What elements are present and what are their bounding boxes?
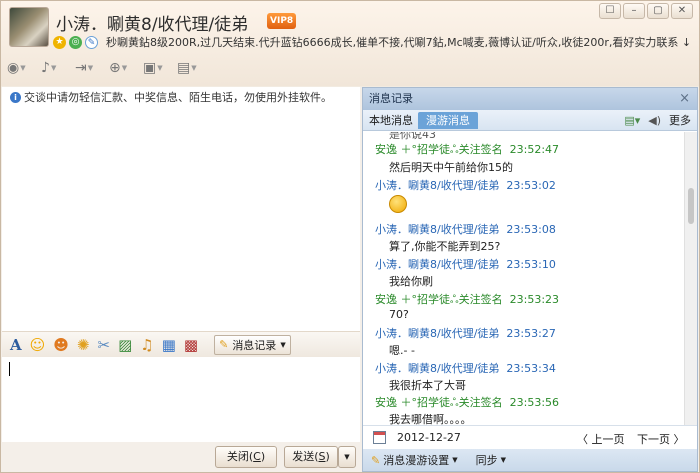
calendar-icon[interactable] <box>373 431 386 444</box>
main-toolbar: ◉ ▼ ♪ ▼ ⇥ ▼ ⊕ ▼ ▣ ▼ ▤ ▼ <box>7 58 205 78</box>
vip-badge[interactable]: VIP8 <box>267 13 297 29</box>
history-icon: ✎ <box>219 338 229 351</box>
send-button-label: 发送 <box>292 450 315 463</box>
chevron-down-icon: ▼ <box>500 456 506 464</box>
history-title: 消息记录 <box>369 92 413 105</box>
message-header: 小涛．唰黄8/收代理/徒弟 23:53:02 <box>375 179 556 192</box>
send-file-icon[interactable]: ⇥ ▼ <box>75 58 103 78</box>
export-icon[interactable]: ▤▾ <box>624 114 640 127</box>
remote-desktop-icon[interactable]: ▣ ▼ <box>143 58 171 78</box>
image-icon[interactable]: ▨ <box>118 336 132 354</box>
font-icon[interactable]: A <box>10 336 22 354</box>
message-text: 我给你刷 <box>389 275 433 288</box>
send-options-button[interactable]: ▼ <box>338 446 356 468</box>
message-text: 然后明天中午前给你15的 <box>389 161 513 174</box>
close-icon[interactable]: × <box>679 88 690 110</box>
message-input[interactable] <box>2 358 360 442</box>
roam-settings-label: 消息漫游设置 <box>383 454 450 467</box>
minimize-button[interactable]: – <box>623 3 645 19</box>
next-page-link[interactable]: 下一页 〉 <box>637 431 685 447</box>
message-header: 安逸 ＋°招学徒ஃ关注签名 23:53:23 <box>375 293 560 306</box>
shake-icon[interactable]: ✺ <box>77 336 90 354</box>
history-tabs: 本地消息 漫游消息 ▤▾ ◀) 更多 <box>363 110 697 131</box>
settings-icon: ✎ <box>371 453 381 467</box>
format-toolbar: A ☺ ☻ ✺ ✂ ▨ ♫ ▦ ▩ ✎ 消息记录 ▼ <box>2 331 360 357</box>
doodle-icon[interactable]: ▦ <box>162 336 176 354</box>
more-button[interactable]: 更多 <box>669 112 691 128</box>
history-footer: ✎ 消息漫游设置 ▼ 同步 ▼ <box>363 449 697 471</box>
send-bar: 关闭(C) 发送(S) ▼ <box>2 442 360 472</box>
video-call-icon[interactable]: ◉ ▼ <box>7 58 35 78</box>
message-header: 小涛．唰黄8/收代理/徒弟 23:53:10 <box>375 258 556 271</box>
message-text: 嗯.- - <box>389 344 415 357</box>
add-contact-icon[interactable]: ⊕ ▼ <box>109 58 137 78</box>
speaker-icon[interactable]: ◀) <box>648 114 661 127</box>
security-notice-text: 交谈中请勿轻信汇款、中奖信息、陌生电话，勿使用外挂软件。 <box>24 91 332 104</box>
close-window-button[interactable]: ✕ <box>671 3 693 19</box>
message-header: 小涛．唰黄8/收代理/徒弟 23:53:34 <box>375 362 556 375</box>
close-button-label: 关闭 <box>226 450 249 463</box>
scrollbar-thumb[interactable] <box>688 188 694 224</box>
star-icon[interactable]: ★ <box>53 35 66 49</box>
emoji-icon[interactable]: ☺ <box>30 336 46 354</box>
message-header: 小涛．唰黄8/收代理/徒弟 23:53:27 <box>375 327 556 340</box>
send-button[interactable]: 发送(S) <box>284 446 338 468</box>
contact-signature: 秒唰黄鉆8级200R,过几天结束.代升蓝钻6666成长,催单不接,代唰7鉆,Mc… <box>106 36 692 49</box>
send-button-key: S <box>318 450 326 463</box>
skin-button[interactable]: ☐ <box>599 3 621 19</box>
history-title-bar: 消息记录 × <box>363 88 697 110</box>
tab-roaming-messages[interactable]: 漫游消息 <box>418 112 478 129</box>
security-notice: i 交谈中请勿轻信汇款、中奖信息、陌生电话，勿使用外挂软件。 <box>10 89 332 105</box>
history-message-list: 是你说43 安逸 ＋°招学徒ஃ关注签名 23:52:47 然后明天中午前给你15… <box>363 132 685 425</box>
chat-window: 小涛．唰黄8/收代理/徒弟 VIP8 ★ ◎ ✎ 秒唰黄鉆8级200R,过几天结… <box>0 0 700 473</box>
message-header: 小涛．唰黄8/收代理/徒弟 23:53:08 <box>375 223 556 236</box>
signature-edit-icon: ✎ <box>85 35 98 49</box>
status-row: ★ ◎ ✎ 秒唰黄鉆8级200R,过几天结束.代升蓝钻6666成长,催单不接,代… <box>53 34 691 50</box>
chat-pane: i 交谈中请勿轻信汇款、中奖信息、陌生电话，勿使用外挂软件。 A ☺ ☻ ✺ ✂… <box>2 87 360 472</box>
voice-call-icon[interactable]: ♪ ▼ <box>41 58 69 78</box>
contact-avatar[interactable] <box>9 7 49 47</box>
maximize-button[interactable]: ▢ <box>647 3 669 19</box>
history-scrollbar[interactable] <box>684 132 697 425</box>
sad-emoji-icon <box>389 195 407 213</box>
text-caret <box>9 362 10 376</box>
message-header: 安逸 ＋°招学徒ஃ关注签名 23:53:56 <box>375 396 560 409</box>
magic-emoji-icon[interactable]: ☻ <box>53 336 69 354</box>
chevron-down-icon: ▼ <box>452 456 458 464</box>
history-date-bar: 2012-12-27 〈 上一页 下一页 〉 <box>363 425 697 449</box>
message-text: 算了,你能不能弄到25? <box>389 240 501 253</box>
history-button-label: 消息记录 <box>232 338 277 352</box>
info-icon: i <box>10 91 21 103</box>
app-menu-icon[interactable]: ▤ ▼ <box>177 58 205 78</box>
close-button[interactable]: 关闭(C) <box>215 446 277 468</box>
roam-settings-button[interactable]: ✎ 消息漫游设置 ▼ <box>371 452 458 468</box>
tab-local-messages[interactable]: 本地消息 <box>365 112 417 129</box>
sync-button[interactable]: 同步 ▼ <box>476 452 506 468</box>
contact-name: 小涛．唰黄8/收代理/徒弟 <box>56 15 249 35</box>
window-controls: ☐ – ▢ ✕ <box>599 3 693 19</box>
music-icon[interactable]: ♫ <box>140 336 153 354</box>
message-text: 70? <box>389 308 409 321</box>
message-history-button[interactable]: ✎ 消息记录 ▼ <box>214 334 291 355</box>
prev-page-link[interactable]: 〈 上一页 <box>577 431 625 447</box>
message-header: 安逸 ＋°招学徒ஃ关注签名 23:52:47 <box>375 143 560 156</box>
close-button-key: C <box>253 450 261 463</box>
chevron-down-icon: ▼ <box>280 340 286 349</box>
qzone-icon[interactable]: ◎ <box>69 35 82 49</box>
message-text: 我去哪借啊。。。。 <box>389 413 472 425</box>
history-tools: ▤▾ ◀) 更多 <box>624 112 691 128</box>
screenshot-icon[interactable]: ✂ <box>98 336 111 354</box>
message-text: 我很折本了大哥 <box>389 379 466 392</box>
sync-label: 同步 <box>475 454 498 467</box>
gift-icon[interactable]: ▩ <box>184 336 198 354</box>
history-date[interactable]: 2012-12-27 <box>397 431 461 444</box>
history-panel: 消息记录 × 本地消息 漫游消息 ▤▾ ◀) 更多 是你说43 安逸 ＋°招学徒… <box>362 87 698 472</box>
